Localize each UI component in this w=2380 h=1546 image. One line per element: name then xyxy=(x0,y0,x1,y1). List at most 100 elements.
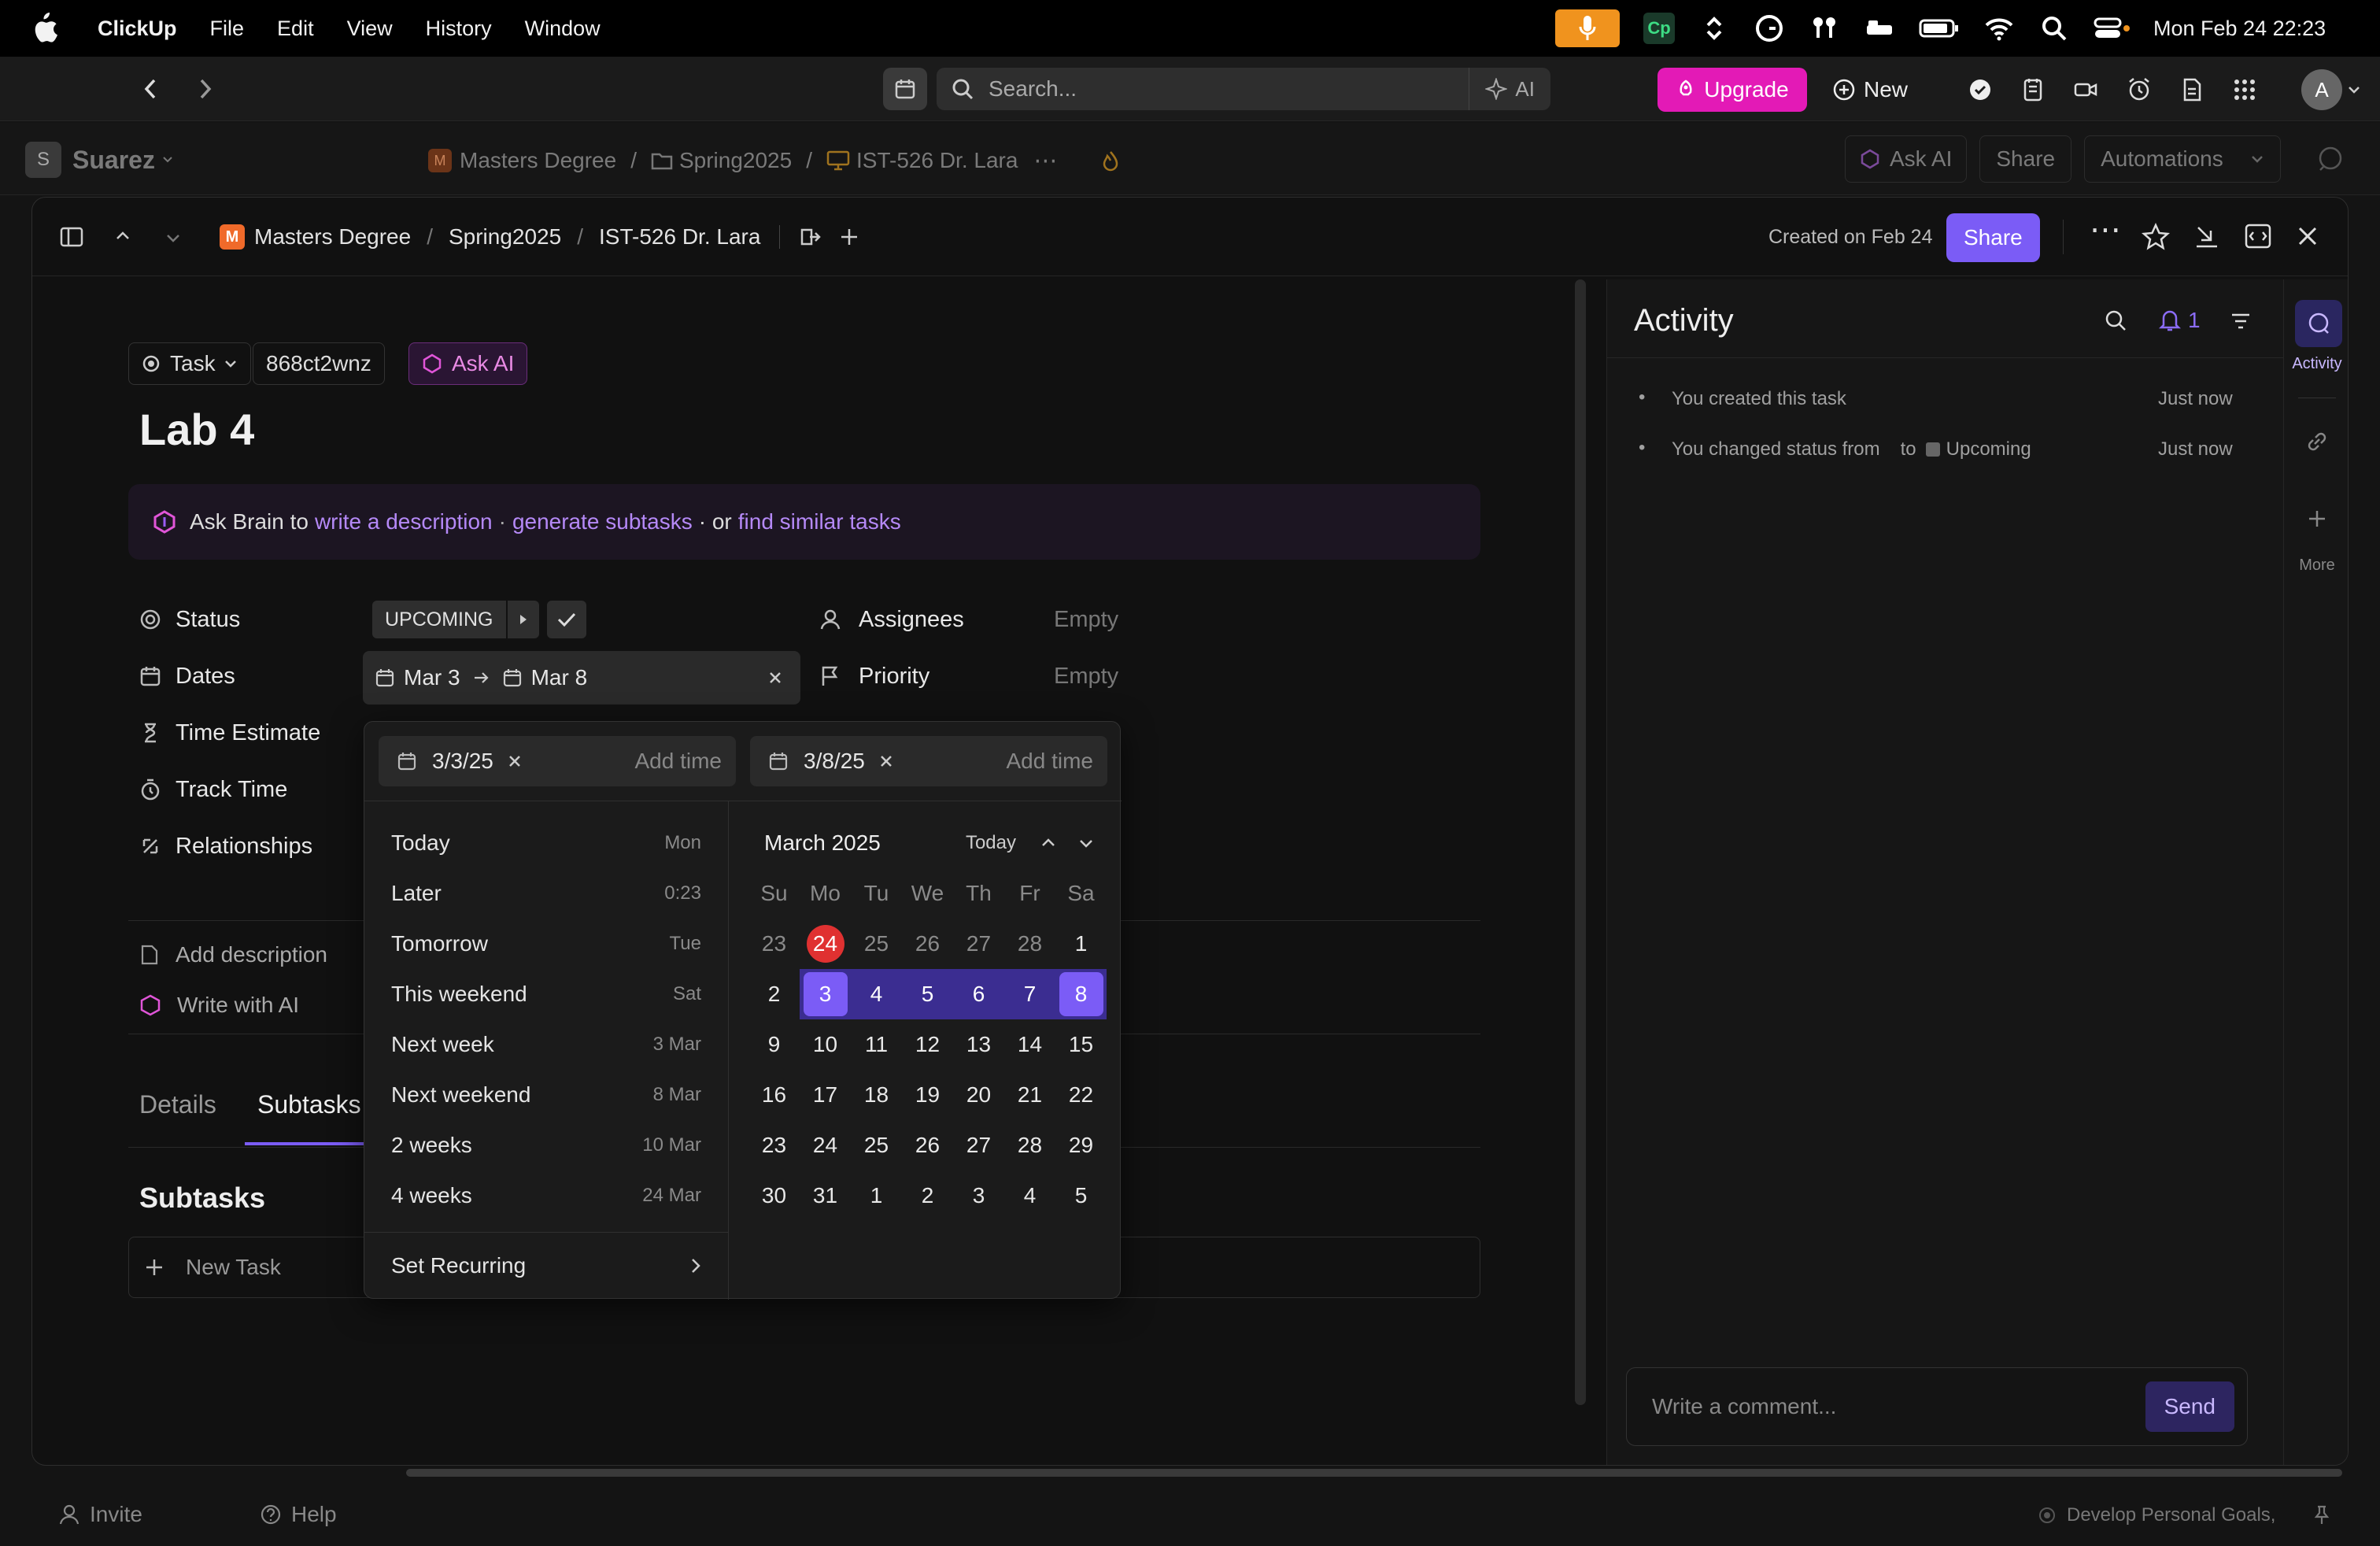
menu-clock[interactable]: Mon Feb 24 22:23 xyxy=(2153,17,2326,41)
menu-file[interactable]: File xyxy=(210,17,245,41)
calendar-day[interactable]: 16 xyxy=(748,1070,800,1120)
end-add-time[interactable]: Add time xyxy=(1007,749,1094,774)
start-add-time[interactable]: Add time xyxy=(635,749,722,774)
workspace-switcher[interactable]: S Suarez xyxy=(25,140,174,179)
notifications-button[interactable]: 1 xyxy=(2158,306,2201,335)
preset-next-weekend[interactable]: Next weekend 8 Mar xyxy=(364,1070,728,1120)
search-bar[interactable]: Search... AI xyxy=(937,68,1550,110)
previous-task-icon[interactable] xyxy=(114,227,131,245)
find-similar-tasks-link[interactable]: find similar tasks xyxy=(738,509,901,534)
search-ai-button[interactable]: AI xyxy=(1469,68,1550,110)
pin-icon[interactable] xyxy=(2313,1505,2330,1526)
calendar-day[interactable]: 23 xyxy=(748,1120,800,1171)
flame-icon[interactable] xyxy=(1101,150,1120,172)
calendar-day-in-range[interactable]: 6 xyxy=(953,969,1004,1019)
complete-button[interactable] xyxy=(546,601,586,638)
upgrade-button[interactable]: Upgrade xyxy=(1658,68,1807,112)
add-description-button[interactable]: Add description xyxy=(139,938,327,972)
task-id[interactable]: 868ct2wnz xyxy=(253,342,385,385)
menu-window[interactable]: Window xyxy=(525,17,601,41)
help-button[interactable]: Help xyxy=(260,1500,337,1529)
modal-breadcrumb-space[interactable]: Masters Degree xyxy=(254,224,411,250)
back-arrow-icon[interactable] xyxy=(142,77,161,101)
more-options-icon[interactable]: ⋯ xyxy=(2090,212,2121,248)
user-menu[interactable]: A xyxy=(2301,69,2361,110)
bed-icon[interactable] xyxy=(1864,13,1895,44)
time-estimate-field-label[interactable]: Time Estimate xyxy=(139,716,320,750)
control-center-icon[interactable] xyxy=(2094,13,2131,44)
calendar-day[interactable]: 28 xyxy=(1004,1120,1055,1171)
track-time-field-label[interactable]: Track Time xyxy=(139,772,287,807)
menu-view[interactable]: View xyxy=(347,17,393,41)
modal-breadcrumb-folder[interactable]: Spring2025 xyxy=(449,224,561,250)
menu-app-name[interactable]: ClickUp xyxy=(98,17,177,41)
microphone-icon[interactable] xyxy=(1555,9,1620,47)
filter-icon[interactable] xyxy=(2229,309,2252,333)
minimize-icon[interactable] xyxy=(2193,223,2220,250)
modal-scrollbar[interactable] xyxy=(1575,279,1586,1405)
alarm-clock-icon[interactable] xyxy=(2127,77,2152,102)
horizontal-scrollbar[interactable] xyxy=(406,1469,2342,1477)
next-month-icon[interactable] xyxy=(1077,834,1095,852)
plus-icon[interactable] xyxy=(838,226,860,248)
calendar-day[interactable]: 3 xyxy=(953,1171,1004,1221)
expand-icon[interactable] xyxy=(2244,223,2272,250)
calendar-day-range-start[interactable]: 3 xyxy=(800,969,851,1019)
calendar-day[interactable]: 30 xyxy=(748,1171,800,1221)
clear-end-date-icon[interactable] xyxy=(879,754,893,768)
calendar-day-in-range[interactable]: 5 xyxy=(902,969,953,1019)
calendar-day[interactable]: 29 xyxy=(1055,1120,1107,1171)
next-task-icon[interactable] xyxy=(164,229,182,246)
breadcrumb-space[interactable]: Masters Degree xyxy=(460,148,616,173)
generate-subtasks-link[interactable]: generate subtasks xyxy=(512,509,693,534)
clear-start-date-icon[interactable] xyxy=(508,754,522,768)
calendar-day[interactable]: 17 xyxy=(800,1070,851,1120)
calendar-day[interactable]: 1 xyxy=(1055,919,1107,969)
move-task-icon[interactable] xyxy=(799,225,822,249)
task-title[interactable]: Lab 4 xyxy=(139,404,254,455)
preset-today[interactable]: Today Mon xyxy=(364,818,728,868)
calendar-day[interactable]: 10 xyxy=(800,1019,851,1070)
calendar-day[interactable]: 21 xyxy=(1004,1070,1055,1120)
modal-breadcrumb-list[interactable]: IST-526 Dr. Lara xyxy=(599,224,760,250)
calendar-day[interactable]: 14 xyxy=(1004,1019,1055,1070)
more-icon[interactable]: ⋯ xyxy=(1033,147,1057,175)
next-status-button[interactable] xyxy=(507,601,539,638)
grammarly-icon[interactable] xyxy=(1754,13,1785,44)
calendar-day-today[interactable]: 24 xyxy=(800,919,851,969)
breadcrumb-list[interactable]: IST-526 Dr. Lara xyxy=(856,148,1018,173)
new-button[interactable]: New xyxy=(1832,72,1908,107)
calendar-day[interactable]: 25 xyxy=(851,919,902,969)
assignees-value[interactable]: Empty xyxy=(1054,607,1118,633)
calendar-toggle-button[interactable] xyxy=(883,68,927,110)
document-icon[interactable] xyxy=(2180,77,2204,102)
calendar-day[interactable]: 18 xyxy=(851,1070,902,1120)
write-description-link[interactable]: write a description xyxy=(315,509,493,534)
tab-subtasks[interactable]: Subtasks xyxy=(257,1090,361,1119)
previous-month-icon[interactable] xyxy=(1040,834,1057,852)
calendar-day[interactable]: 2 xyxy=(902,1171,953,1221)
plus-icon[interactable] xyxy=(2306,508,2328,530)
calendar-day[interactable]: 12 xyxy=(902,1019,953,1070)
calendar-day[interactable]: 25 xyxy=(851,1120,902,1171)
apps-grid-icon[interactable] xyxy=(2232,77,2257,102)
wifi-icon[interactable] xyxy=(1983,13,2015,44)
calendar-day[interactable]: 26 xyxy=(902,919,953,969)
status-pill[interactable]: UPCOMING xyxy=(372,601,506,638)
sidebar-toggle-icon[interactable] xyxy=(59,224,84,250)
calendar-day[interactable]: 2 xyxy=(748,969,800,1019)
apple-icon[interactable] xyxy=(31,13,63,44)
task-type-dropdown[interactable]: Task xyxy=(128,342,251,385)
calendar-day[interactable]: 13 xyxy=(953,1019,1004,1070)
calendar-day[interactable]: 5 xyxy=(1055,1171,1107,1221)
share-button[interactable]: Share xyxy=(1946,213,2040,262)
preset-this-weekend[interactable]: This weekend Sat xyxy=(364,969,728,1019)
search-icon[interactable] xyxy=(2103,308,2128,333)
send-button[interactable]: Send xyxy=(2145,1381,2234,1432)
calendar-today-button[interactable]: Today xyxy=(966,832,1016,854)
close-icon[interactable] xyxy=(2296,224,2319,248)
tab-details[interactable]: Details xyxy=(139,1090,216,1119)
workspace-share-button[interactable]: Share xyxy=(1979,135,2072,183)
end-date-input[interactable]: 3/8/25 Add time xyxy=(750,736,1107,786)
preset-tomorrow[interactable]: Tomorrow Tue xyxy=(364,919,728,969)
